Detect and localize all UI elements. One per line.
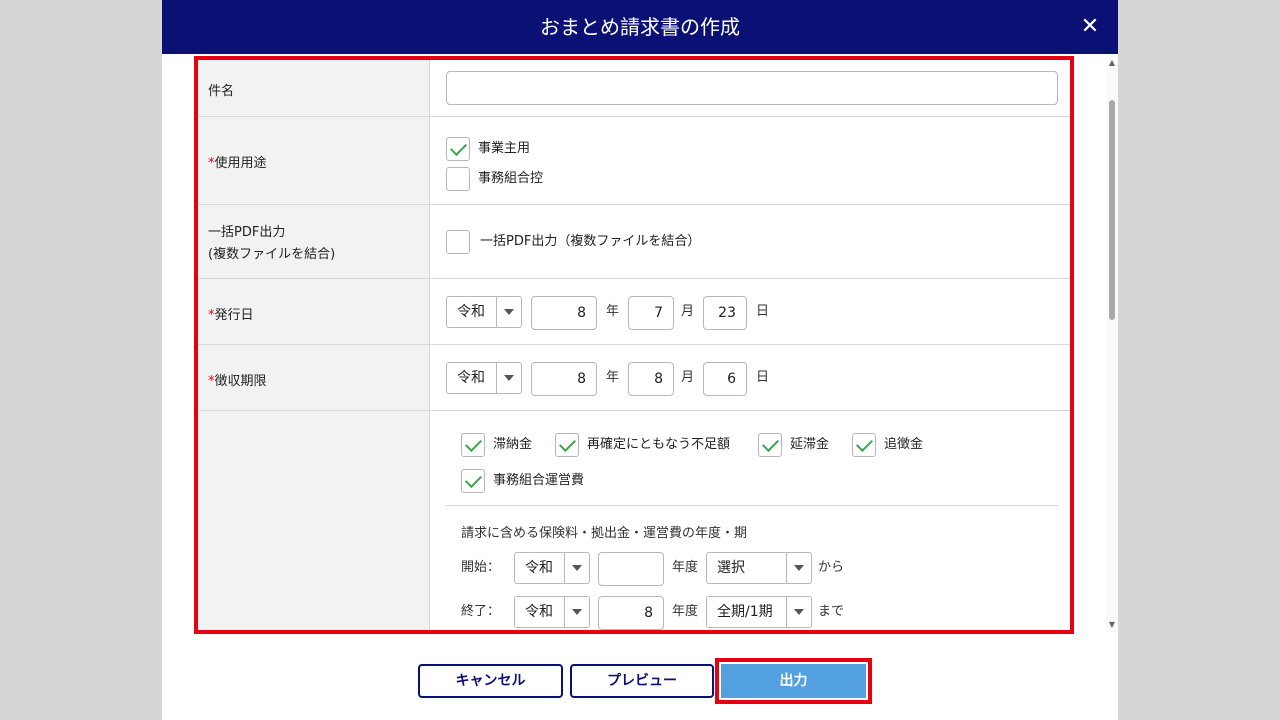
cancel-button[interactable]: キャンセル bbox=[418, 664, 563, 698]
bulk-pdf-option-label: 一括PDF出力（複数ファイルを結合） bbox=[480, 234, 701, 249]
issue-era-select[interactable]: 令和 bbox=[446, 296, 522, 328]
issue-month-input[interactable]: 7 bbox=[628, 296, 674, 330]
bulk-pdf-label-line1: 一括PDF出力 bbox=[208, 225, 286, 240]
bulk-pdf-checkbox[interactable] bbox=[446, 230, 470, 254]
dialog-title: おまとめ請求書の作成 bbox=[540, 15, 740, 39]
usage-office-checkbox[interactable] bbox=[446, 167, 470, 191]
item-shortfall-checkbox[interactable] bbox=[555, 433, 579, 457]
usage-employer-checkbox[interactable] bbox=[446, 137, 470, 161]
scroll-down-icon[interactable]: ▼ bbox=[1108, 620, 1116, 630]
item-operating-cost-checkbox[interactable] bbox=[461, 469, 485, 493]
issue-year-input[interactable]: 8 bbox=[531, 296, 597, 330]
deadline-era-select[interactable]: 令和 bbox=[446, 362, 522, 394]
subject-label: 件名 bbox=[208, 84, 235, 99]
usage-label: 使用用途 bbox=[214, 156, 267, 171]
scroll-up-icon[interactable]: ▲ bbox=[1108, 58, 1116, 68]
form-scrollbar[interactable]: ▲ ▼ bbox=[1106, 56, 1118, 632]
deadline-month-input[interactable]: 8 bbox=[628, 362, 674, 396]
chevron-down-icon bbox=[786, 553, 811, 583]
start-era-select[interactable]: 令和 bbox=[514, 552, 590, 584]
chevron-down-icon bbox=[564, 553, 589, 583]
chevron-down-icon bbox=[496, 297, 521, 327]
usage-office-label: 事務組合控 bbox=[478, 171, 544, 186]
end-era-select[interactable]: 令和 bbox=[514, 596, 590, 628]
deadline-label: 徴収期限 bbox=[214, 374, 267, 389]
row-issue-date: *発行日 令和 8 年 7 月 23 日 bbox=[198, 279, 1070, 345]
deadline-day-input[interactable]: 6 bbox=[703, 362, 747, 396]
start-period-select[interactable]: 選択 bbox=[706, 552, 812, 584]
chevron-down-icon bbox=[564, 597, 589, 627]
item-late-fee-checkbox[interactable] bbox=[758, 433, 782, 457]
issue-date-label: 発行日 bbox=[214, 308, 254, 323]
deadline-year-input[interactable]: 8 bbox=[531, 362, 597, 396]
issue-day-input[interactable]: 23 bbox=[703, 296, 747, 330]
start-year-input[interactable] bbox=[598, 552, 664, 586]
scroll-thumb[interactable] bbox=[1109, 100, 1115, 320]
row-bulk-pdf: 一括PDF出力 (複数ファイルを結合) 一括PDF出力（複数ファイルを結合） bbox=[198, 205, 1070, 279]
divider bbox=[446, 505, 1058, 506]
row-deadline: *徴収期限 令和 8 年 8 月 6 日 bbox=[198, 345, 1070, 411]
item-arrears-checkbox[interactable] bbox=[461, 433, 485, 457]
bulk-pdf-label-line2: (複数ファイルを結合) bbox=[208, 247, 336, 262]
close-icon[interactable]: ✕ bbox=[1076, 13, 1104, 41]
dialog-header: おまとめ請求書の作成 ✕ bbox=[162, 0, 1118, 54]
start-label: 開始： bbox=[461, 560, 501, 575]
chevron-down-icon bbox=[496, 363, 521, 393]
row-items: 滞納金 再確定にともなう不足額 延滞金 追徴金 事務組合運営費 請求に含める保険… bbox=[198, 411, 1070, 630]
preview-button[interactable]: プレビュー bbox=[570, 664, 714, 698]
period-note: 請求に含める保険料・拠出金・運営費の年度・期 bbox=[461, 526, 748, 541]
row-subject: 件名 bbox=[198, 60, 1070, 117]
output-button[interactable]: 出力 bbox=[721, 664, 866, 698]
usage-employer-label: 事業主用 bbox=[478, 141, 531, 156]
item-additional-checkbox[interactable] bbox=[852, 433, 876, 457]
end-period-select[interactable]: 全期/1期 bbox=[706, 596, 812, 628]
invoice-dialog: おまとめ請求書の作成 ✕ ▲ ▼ 件名 *使用用途 事業主用 事務組合控 一括P… bbox=[162, 0, 1118, 720]
end-label: 終了： bbox=[461, 604, 501, 619]
row-usage: *使用用途 事業主用 事務組合控 bbox=[198, 117, 1070, 205]
end-year-input[interactable]: 8 bbox=[598, 596, 664, 630]
chevron-down-icon bbox=[786, 597, 811, 627]
subject-input[interactable] bbox=[446, 71, 1058, 105]
form-area: 件名 *使用用途 事業主用 事務組合控 一括PDF出力 (複数ファイルを結合) bbox=[194, 56, 1074, 634]
